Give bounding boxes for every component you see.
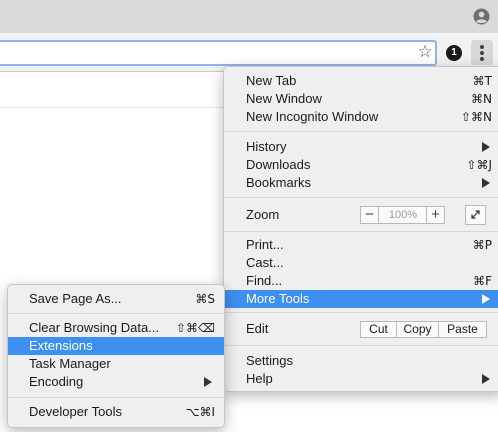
menu-item-label: Find...	[246, 273, 283, 288]
menu-separator	[8, 397, 224, 398]
menu-item-new-incognito-window[interactable]: New Incognito Window ⇧⌘N	[224, 108, 498, 126]
menu-separator	[224, 131, 498, 132]
menu-item-bookmarks[interactable]: Bookmarks	[224, 174, 498, 192]
menu-separator	[8, 313, 224, 314]
menu-item-help[interactable]: Help	[224, 370, 498, 388]
menu-item-settings[interactable]: Settings	[224, 352, 498, 370]
chrome-menu-button[interactable]	[471, 40, 493, 65]
menu-item-task-manager[interactable]: Task Manager	[8, 355, 224, 373]
menu-item-cast[interactable]: Cast...	[224, 254, 498, 272]
menu-item-label: Developer Tools	[29, 404, 122, 419]
submenu-arrow-icon	[482, 142, 490, 152]
menu-item-label: Cast...	[246, 255, 284, 270]
edit-controls: Cut Copy Paste	[360, 321, 487, 338]
menu-item-shortcut: ⌘P	[472, 238, 492, 252]
chrome-main-menu: New Tab ⌘T New Window ⌘N New Incognito W…	[223, 66, 498, 392]
menu-item-developer-tools[interactable]: Developer Tools ⌥⌘I	[8, 403, 224, 421]
menu-item-label: Edit	[246, 321, 269, 336]
menu-item-clear-browsing-data[interactable]: Clear Browsing Data... ⇧⌘⌫	[8, 319, 224, 337]
menu-item-label: History	[246, 139, 287, 154]
menu-item-label: More Tools	[246, 291, 310, 306]
zoom-level-display: 100%	[388, 209, 418, 221]
menu-item-shortcut: ⇧⌘⌫	[175, 321, 215, 335]
zoom-out-button[interactable]: −	[361, 207, 379, 223]
menu-item-label: Task Manager	[29, 356, 111, 371]
menu-separator	[224, 345, 498, 346]
menu-item-print[interactable]: Print... ⌘P	[224, 236, 498, 254]
menu-item-new-window[interactable]: New Window ⌘N	[224, 90, 498, 108]
menu-separator	[224, 312, 498, 313]
menu-item-label: New Incognito Window	[246, 109, 379, 124]
menu-item-label: Extensions	[29, 338, 93, 353]
menu-separator	[224, 197, 498, 198]
window-titlebar	[0, 0, 498, 33]
menu-item-extensions[interactable]: Extensions	[8, 337, 224, 355]
menu-item-shortcut: ⌘T	[472, 74, 492, 88]
menu-item-shortcut: ⌘F	[473, 274, 492, 288]
submenu-arrow-icon	[482, 294, 490, 304]
three-dot-menu-icon	[480, 57, 484, 61]
menu-item-edit: Edit Cut Copy Paste	[224, 318, 498, 340]
fullscreen-button[interactable]	[465, 205, 486, 225]
menu-item-label: Settings	[246, 353, 293, 368]
menu-item-zoom: Zoom − 100% +	[224, 204, 498, 226]
menu-item-encoding[interactable]: Encoding	[8, 373, 224, 391]
menu-item-new-tab[interactable]: New Tab ⌘T	[224, 72, 498, 90]
menu-item-label: Save Page As...	[29, 291, 122, 306]
more-tools-submenu: Save Page As... ⌘S Clear Browsing Data..…	[7, 284, 225, 428]
menu-item-history[interactable]: History	[224, 138, 498, 156]
menu-item-shortcut: ⇧⌘J	[466, 158, 492, 172]
three-dot-menu-icon	[480, 45, 484, 49]
menu-item-label: Downloads	[246, 157, 311, 172]
menu-item-label: Encoding	[29, 374, 84, 389]
zoom-in-button[interactable]: +	[426, 207, 444, 223]
zoom-control: − 100% +	[360, 206, 445, 224]
menu-item-label: New Tab	[246, 73, 297, 88]
menu-item-more-tools[interactable]: More Tools	[224, 290, 498, 308]
menu-item-label: New Window	[246, 91, 322, 106]
menu-item-shortcut: ⌥⌘I	[185, 405, 215, 419]
fullscreen-icon	[471, 210, 480, 219]
menu-item-find[interactable]: Find... ⌘F	[224, 272, 498, 290]
menu-item-downloads[interactable]: Downloads ⇧⌘J	[224, 156, 498, 174]
menu-item-shortcut: ⌘N	[471, 92, 492, 106]
cut-button[interactable]: Cut	[361, 322, 396, 337]
menu-separator	[224, 231, 498, 232]
bookmark-star-icon[interactable]: ☆	[416, 43, 434, 61]
submenu-arrow-icon	[204, 377, 212, 387]
submenu-arrow-icon	[482, 374, 490, 384]
menu-item-label: Bookmarks	[246, 175, 312, 190]
menu-item-label: Clear Browsing Data...	[29, 320, 160, 335]
page-divider	[0, 107, 230, 108]
menu-item-label: Zoom	[246, 207, 280, 222]
extension-badge[interactable]: 1	[446, 45, 462, 61]
submenu-arrow-icon	[482, 178, 490, 188]
profile-avatar-icon[interactable]	[473, 8, 490, 25]
menu-item-label: Print...	[246, 237, 284, 252]
menu-item-label: Help	[246, 371, 273, 386]
three-dot-menu-icon	[480, 51, 484, 55]
paste-button[interactable]: Paste	[438, 322, 486, 337]
address-bar[interactable]	[0, 40, 437, 66]
menu-item-shortcut: ⌘S	[195, 292, 215, 306]
menu-item-shortcut: ⇧⌘N	[460, 110, 492, 124]
menu-item-save-page-as[interactable]: Save Page As... ⌘S	[8, 290, 224, 308]
copy-button[interactable]: Copy	[396, 322, 438, 337]
